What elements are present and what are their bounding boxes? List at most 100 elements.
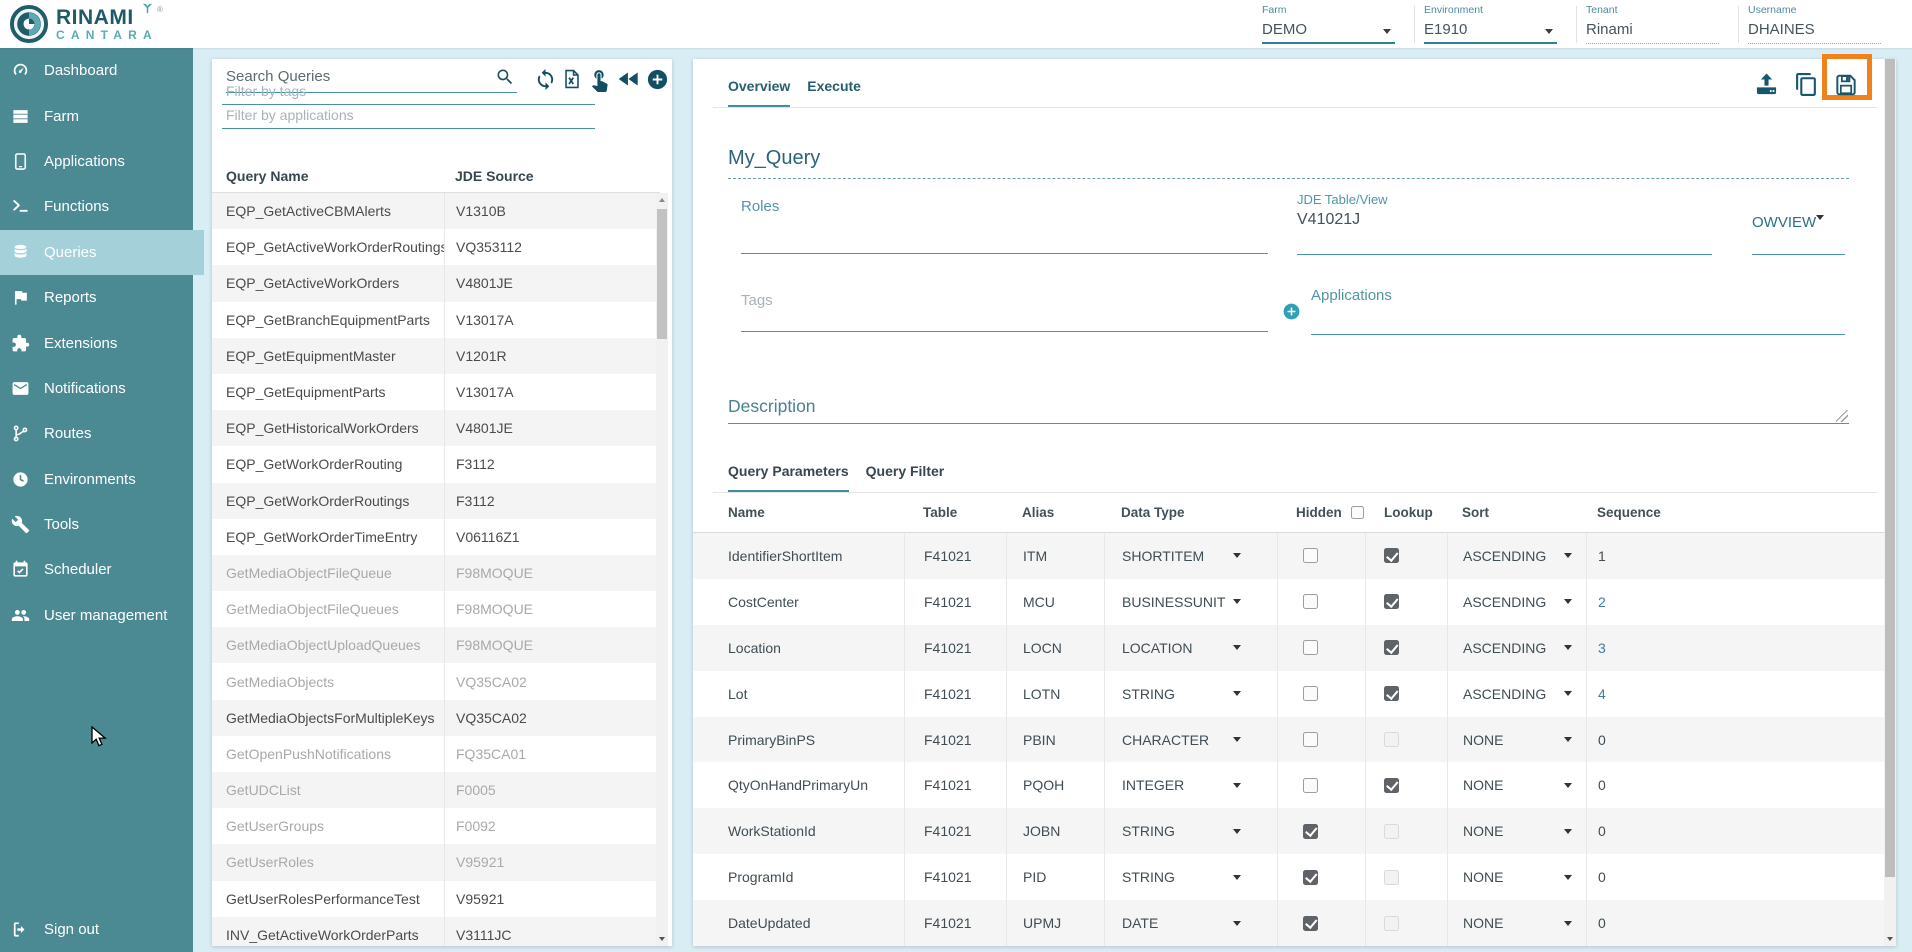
query-row[interactable]: INV_GetActiveWorkOrderParts V3111JC bbox=[212, 917, 660, 946]
hidden-checkbox[interactable] bbox=[1303, 548, 1318, 563]
data-type-select[interactable]: CHARACTER bbox=[1104, 717, 1277, 763]
query-row[interactable]: GetMediaObjectFileQueue F98MOQUE bbox=[212, 555, 660, 591]
data-type-select[interactable]: LOCATION bbox=[1104, 625, 1277, 671]
hidden-checkbox[interactable] bbox=[1303, 916, 1318, 931]
query-list-scrollbar[interactable] bbox=[656, 193, 668, 946]
data-type-select[interactable]: BUSINESSUNIT bbox=[1104, 579, 1277, 625]
hidden-checkbox[interactable] bbox=[1303, 824, 1318, 839]
data-type-select[interactable]: STRING bbox=[1104, 671, 1277, 717]
data-type-select[interactable]: DATE bbox=[1104, 900, 1277, 946]
query-row[interactable]: EQP_GetBranchEquipmentParts V13017A bbox=[212, 302, 660, 338]
tags-input[interactable]: Tags bbox=[741, 292, 773, 309]
add-tag-icon[interactable] bbox=[1282, 302, 1301, 321]
query-row[interactable]: EQP_GetActiveWorkOrderRoutings VQ353112 bbox=[212, 229, 660, 265]
sort-select[interactable]: NONE bbox=[1447, 900, 1586, 946]
lookup-checkbox[interactable] bbox=[1384, 640, 1399, 655]
query-row[interactable]: EQP_GetActiveWorkOrders V4801JE bbox=[212, 265, 660, 301]
roles-input[interactable] bbox=[741, 253, 1268, 254]
scrollbar-thumb[interactable] bbox=[1885, 59, 1895, 877]
data-type-select[interactable]: INTEGER bbox=[1104, 762, 1277, 808]
query-row[interactable]: GetOpenPushNotifications FQ35CA01 bbox=[212, 736, 660, 772]
lookup-checkbox[interactable] bbox=[1384, 778, 1399, 793]
sort-select[interactable]: ASCENDING bbox=[1447, 579, 1586, 625]
query-row[interactable]: GetMediaObjectsForMultipleKeys VQ35CA02 bbox=[212, 700, 660, 736]
data-type-select[interactable]: SHORTITEM bbox=[1104, 533, 1277, 579]
sidebar-item-notifications[interactable]: Notifications bbox=[0, 366, 193, 411]
sort-select[interactable]: NONE bbox=[1447, 762, 1586, 808]
query-row[interactable]: GetUserRolesPerformanceTest V95921 bbox=[212, 881, 660, 917]
scroll-up-icon[interactable] bbox=[659, 198, 665, 202]
applications-input[interactable] bbox=[1311, 334, 1845, 335]
query-row[interactable]: EQP_GetEquipmentParts V13017A bbox=[212, 374, 660, 410]
hidden-checkbox[interactable] bbox=[1303, 640, 1318, 655]
query-row[interactable]: GetUserRoles V95921 bbox=[212, 844, 660, 880]
filter-by-applications-input[interactable]: Filter by applications bbox=[222, 103, 595, 129]
add-query-icon[interactable] bbox=[646, 68, 669, 91]
query-row[interactable]: EQP_GetWorkOrderTimeEntry V06116Z1 bbox=[212, 519, 660, 555]
lookup-checkbox[interactable] bbox=[1384, 548, 1399, 563]
upload-icon[interactable] bbox=[1753, 71, 1780, 98]
sort-select[interactable]: NONE bbox=[1447, 808, 1586, 854]
sidebar-item-farm[interactable]: Farm bbox=[0, 93, 193, 138]
hidden-checkbox[interactable] bbox=[1303, 778, 1318, 793]
lookup-checkbox[interactable] bbox=[1384, 732, 1399, 747]
farm-select[interactable]: Farm DEMO bbox=[1262, 4, 1395, 44]
query-row[interactable]: GetUDCList F0005 bbox=[212, 772, 660, 808]
lookup-checkbox[interactable] bbox=[1384, 870, 1399, 885]
sidebar-item-scheduler[interactable]: Scheduler bbox=[0, 547, 193, 592]
detail-tab[interactable]: Execute bbox=[807, 78, 861, 108]
sort-select[interactable]: NONE bbox=[1447, 854, 1586, 900]
sidebar-item-queries[interactable]: Queries bbox=[0, 230, 204, 275]
copy-icon[interactable] bbox=[1794, 72, 1819, 97]
query-row[interactable]: GetMediaObjectFileQueues F98MOQUE bbox=[212, 591, 660, 627]
sidebar-item-environments[interactable]: Environments bbox=[0, 457, 193, 502]
scroll-down-icon[interactable] bbox=[659, 937, 665, 941]
hidden-checkbox[interactable] bbox=[1303, 686, 1318, 701]
query-name-input[interactable]: My_Query bbox=[728, 147, 820, 170]
hidden-all-checkbox[interactable] bbox=[1351, 506, 1364, 519]
parameter-tab[interactable]: Query Parameters bbox=[728, 463, 849, 493]
sidebar-item-dashboard[interactable]: Dashboard bbox=[0, 48, 193, 93]
owview-select[interactable]: OWVIEW bbox=[1752, 214, 1816, 231]
query-row[interactable]: EQP_GetWorkOrderRouting F3112 bbox=[212, 446, 660, 482]
hidden-checkbox[interactable] bbox=[1303, 732, 1318, 747]
filter-by-tags-input[interactable]: Filter by tags bbox=[222, 79, 595, 105]
query-row[interactable]: GetMediaObjectUploadQueues F98MOQUE bbox=[212, 627, 660, 663]
parameter-tab[interactable]: Query Filter bbox=[866, 463, 945, 493]
sidebar-item-user-management[interactable]: User management bbox=[0, 593, 193, 638]
username-field[interactable]: Username DHAINES bbox=[1748, 4, 1881, 44]
sort-select[interactable]: ASCENDING bbox=[1447, 625, 1586, 671]
lookup-checkbox[interactable] bbox=[1384, 686, 1399, 701]
description-textarea[interactable]: Description bbox=[728, 396, 816, 417]
sidebar-item-applications[interactable]: Applications bbox=[0, 139, 193, 184]
rewind-icon[interactable] bbox=[616, 66, 642, 92]
hidden-checkbox[interactable] bbox=[1303, 870, 1318, 885]
query-row[interactable]: GetUserGroups F0092 bbox=[212, 808, 660, 844]
scroll-down-icon[interactable] bbox=[1887, 937, 1893, 941]
tenant-field[interactable]: Tenant Rinami bbox=[1586, 4, 1719, 44]
description-resize-handle[interactable] bbox=[1836, 410, 1848, 422]
sort-select[interactable]: ASCENDING bbox=[1447, 671, 1586, 717]
scrollbar-thumb[interactable] bbox=[657, 209, 667, 339]
query-row[interactable]: EQP_GetActiveCBMAlerts V1310B bbox=[212, 193, 660, 229]
data-type-select[interactable]: STRING bbox=[1104, 854, 1277, 900]
detail-tab[interactable]: Overview bbox=[728, 78, 790, 108]
sidebar-item-sign-out[interactable]: Sign out bbox=[0, 907, 193, 952]
sidebar-item-extensions[interactable]: Extensions bbox=[0, 320, 193, 365]
sort-select[interactable]: ASCENDING bbox=[1447, 533, 1586, 579]
hidden-checkbox[interactable] bbox=[1303, 594, 1318, 609]
jde-table-view-input[interactable]: V41021J bbox=[1297, 211, 1360, 229]
lookup-checkbox[interactable] bbox=[1384, 824, 1399, 839]
environment-select[interactable]: Environment E1910 bbox=[1424, 4, 1557, 44]
query-row[interactable]: EQP_GetWorkOrderRoutings F3112 bbox=[212, 483, 660, 519]
sidebar-item-functions[interactable]: Functions bbox=[0, 184, 193, 229]
save-icon[interactable] bbox=[1833, 72, 1859, 98]
query-row[interactable]: EQP_GetEquipmentMaster V1201R bbox=[212, 338, 660, 374]
lookup-checkbox[interactable] bbox=[1384, 916, 1399, 931]
data-type-select[interactable]: STRING bbox=[1104, 808, 1277, 854]
detail-scrollbar[interactable] bbox=[1884, 59, 1896, 946]
sidebar-item-reports[interactable]: Reports bbox=[0, 275, 193, 320]
query-row[interactable]: GetMediaObjects VQ35CA02 bbox=[212, 663, 660, 699]
sort-select[interactable]: NONE bbox=[1447, 717, 1586, 763]
sidebar-item-tools[interactable]: Tools bbox=[0, 502, 193, 547]
